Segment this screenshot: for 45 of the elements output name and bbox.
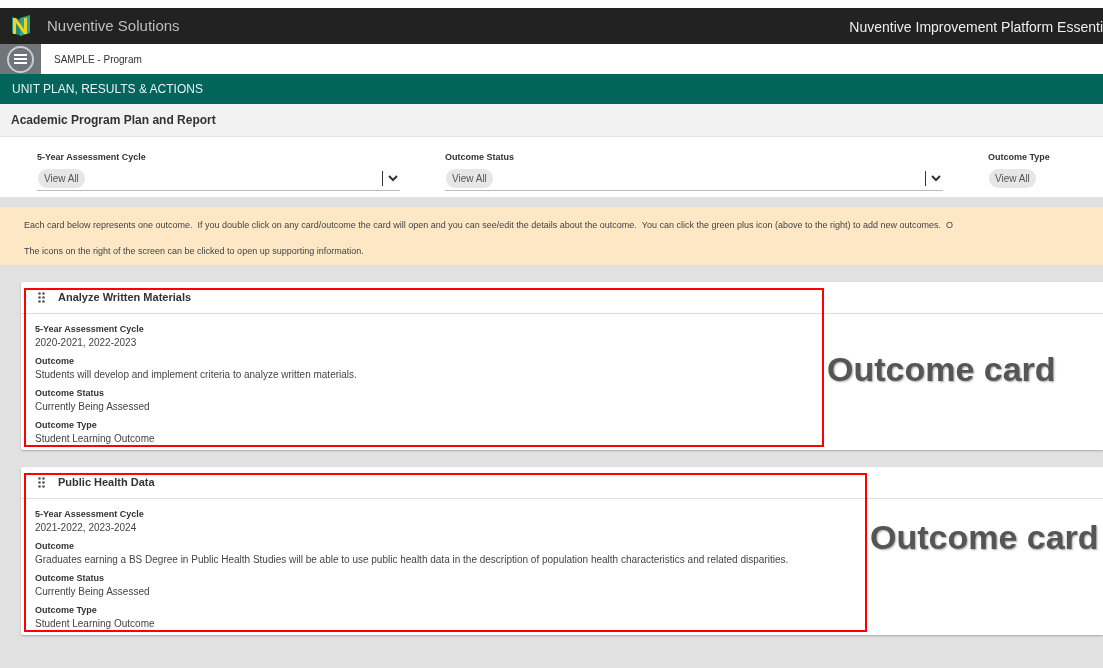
- filter-label: Outcome Status: [445, 151, 515, 164]
- filter-chip[interactable]: View All: [989, 169, 1036, 188]
- page-title: Academic Program Plan and Report: [11, 112, 216, 129]
- callout-label: Outcome card: [870, 517, 1099, 558]
- field-label: Outcome: [35, 540, 75, 553]
- drag-handle-icon[interactable]: [38, 292, 45, 303]
- field-label: Outcome Type: [35, 604, 98, 617]
- field-value: Student Learning Outcome: [35, 432, 155, 446]
- field-value: Students will develop and implement criteria to analyze written materials.: [35, 368, 357, 382]
- field-label: 5-Year Assessment Cycle: [35, 508, 145, 521]
- field-value: Student Learning Outcome: [35, 617, 155, 631]
- card-title: Public Health Data: [58, 475, 155, 491]
- program-name: SAMPLE - Program: [54, 52, 142, 67]
- chevron-down-icon[interactable]: [388, 174, 398, 182]
- notice-text: The icons on the right of the screen can be clicked to open up supporting information.: [24, 244, 365, 258]
- filter-dropdown[interactable]: View All: [37, 166, 400, 191]
- outcome-card[interactable]: [21, 467, 1103, 635]
- chevron-down-icon[interactable]: [931, 174, 941, 182]
- field-label: Outcome Status: [35, 572, 105, 585]
- outcome-card[interactable]: [21, 282, 1103, 450]
- field-value: Graduates earning a BS Degree in Public Health Studies will be able to use public health data in the description of population health characteristics and related disparities.: [35, 553, 789, 567]
- notice-text: Each card below represents one outcome. If you double click on any card/outcome the card will open and you can see/edit the details about the outcome. You can click the green plus icon (above to the right) to add new outcomes. O: [24, 219, 955, 232]
- field-value: 2021-2022, 2023-2024: [35, 521, 137, 535]
- card-title: Analyze Written Materials: [58, 290, 192, 306]
- filter-dropdown[interactable]: View All: [988, 166, 1103, 191]
- filter-chip[interactable]: View All: [446, 168, 493, 188]
- filter-label: Outcome Type: [988, 151, 1051, 164]
- filter-dropdown[interactable]: View All: [445, 166, 943, 191]
- drag-handle-icon[interactable]: [38, 477, 45, 488]
- field-value: 2020-2021, 2022-2023: [35, 336, 137, 350]
- product-name: Nuventive Improvement Platform Essenti: [849, 18, 1103, 37]
- field-value: Currently Being Assessed: [35, 400, 150, 414]
- logo-icon: [10, 14, 32, 38]
- callout-label: Outcome card: [827, 349, 1056, 390]
- brand-name: Nuventive Solutions: [47, 15, 180, 36]
- field-label: Outcome: [35, 355, 75, 368]
- field-label: 5-Year Assessment Cycle: [35, 323, 145, 336]
- filter-chip[interactable]: View All: [38, 168, 85, 188]
- field-value: Currently Being Assessed: [35, 585, 150, 599]
- field-label: Outcome Status: [35, 387, 105, 400]
- filter-label: 5-Year Assessment Cycle: [37, 151, 147, 164]
- section-title: UNIT PLAN, RESULTS & ACTIONS: [12, 81, 203, 98]
- menu-icon: [14, 54, 27, 64]
- field-label: Outcome Type: [35, 419, 98, 432]
- menu-button[interactable]: [7, 45, 34, 73]
